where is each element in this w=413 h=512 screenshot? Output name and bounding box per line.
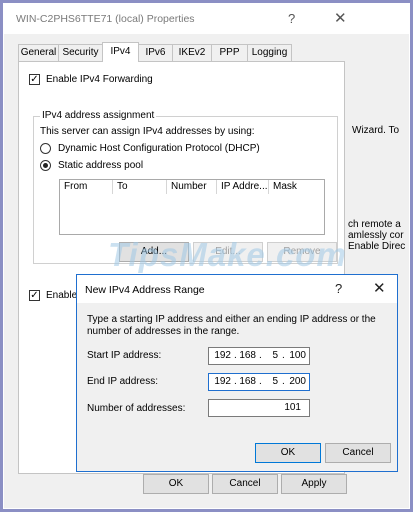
add-range-button[interactable]: Add... bbox=[119, 242, 189, 262]
end-ip-field[interactable]: 192 . 168 . 5 . 200 bbox=[208, 373, 310, 391]
tab-ppp[interactable]: PPP bbox=[211, 44, 248, 61]
start-ip-octet-2[interactable]: 168 bbox=[234, 350, 256, 361]
address-count-label: Number of addresses: bbox=[87, 403, 186, 414]
close-icon[interactable]: ✕ bbox=[334, 9, 347, 27]
background-text-wizard: Wizard. To bbox=[352, 125, 400, 136]
end-ip-label: End IP address: bbox=[87, 376, 158, 387]
background-text-remote: ch remote a bbox=[348, 219, 401, 230]
group-title: IPv4 address assignment bbox=[40, 110, 157, 121]
properties-cancel-button[interactable]: Cancel bbox=[212, 474, 278, 494]
radio-static-label: Static address pool bbox=[58, 160, 144, 171]
properties-ok-button[interactable]: OK bbox=[143, 474, 209, 494]
range-cancel-button[interactable]: Cancel bbox=[325, 443, 391, 463]
tab-ipv6[interactable]: IPv6 bbox=[138, 44, 173, 61]
tab-ipv4[interactable]: IPv4 bbox=[102, 42, 139, 62]
range-close-icon[interactable]: ✕ bbox=[373, 279, 386, 297]
group-description: This server can assign IPv4 addresses by… bbox=[40, 126, 255, 137]
column-to[interactable]: To bbox=[113, 180, 167, 194]
start-ip-octet-3[interactable]: 5 bbox=[256, 350, 278, 361]
edit-range-button[interactable]: Edit... bbox=[193, 242, 263, 262]
end-ip-octet-3[interactable]: 5 bbox=[256, 376, 278, 387]
background-text-seamless: amlessly cor bbox=[348, 230, 404, 241]
column-from[interactable]: From bbox=[60, 180, 113, 194]
address-count-value: 101 bbox=[284, 402, 301, 413]
tab-logging[interactable]: Logging bbox=[247, 44, 292, 61]
tab-ikev2[interactable]: IKEv2 bbox=[172, 44, 212, 61]
address-count-field[interactable]: 101 bbox=[208, 399, 310, 417]
address-pool-table[interactable]: From To Number IP Addre... Mask bbox=[59, 179, 325, 235]
start-ip-octet-1[interactable]: 192 bbox=[209, 350, 231, 361]
properties-title: WIN-C2PHS6TTE71 (local) Properties bbox=[16, 13, 195, 25]
column-number[interactable]: Number bbox=[167, 180, 217, 194]
properties-apply-button[interactable]: Apply bbox=[281, 474, 347, 494]
range-dialog-title: New IPv4 Address Range bbox=[85, 284, 205, 296]
radio-static-pool[interactable] bbox=[40, 160, 51, 171]
new-range-dialog: New IPv4 Address Range ? ✕ Type a starti… bbox=[76, 274, 398, 472]
end-ip-octet-2[interactable]: 168 bbox=[234, 376, 256, 387]
end-ip-octet-4[interactable]: 200 bbox=[284, 376, 306, 387]
start-ip-label: Start IP address: bbox=[87, 350, 162, 361]
range-ok-button[interactable]: OK bbox=[255, 443, 321, 463]
start-ip-octet-4[interactable]: 100 bbox=[284, 350, 306, 361]
background-text-enable-direct: Enable Direc bbox=[348, 241, 406, 252]
start-ip-field[interactable]: 192 . 168 . 5 . 100 bbox=[208, 347, 310, 365]
column-mask[interactable]: Mask bbox=[269, 180, 325, 194]
enable-b-checkbox[interactable]: ✓ bbox=[29, 290, 40, 301]
radio-dhcp-label: Dynamic Host Configuration Protocol (DHC… bbox=[58, 143, 260, 154]
range-help-icon[interactable]: ? bbox=[335, 281, 342, 296]
help-icon[interactable]: ? bbox=[288, 11, 295, 26]
tab-general[interactable]: General bbox=[18, 44, 59, 61]
properties-titlebar[interactable]: WIN-C2PHS6TTE71 (local) Properties ? ✕ bbox=[4, 4, 409, 34]
enable-forwarding-checkbox[interactable]: ✓ bbox=[29, 74, 40, 85]
column-ip-address[interactable]: IP Addre... bbox=[217, 180, 269, 194]
range-titlebar[interactable]: New IPv4 Address Range ? ✕ bbox=[77, 275, 397, 303]
radio-dhcp[interactable] bbox=[40, 143, 51, 154]
range-description: Type a starting IP address and either an… bbox=[87, 314, 376, 337]
enable-forwarding-label: Enable IPv4 Forwarding bbox=[46, 74, 153, 85]
tab-security[interactable]: Security bbox=[58, 44, 103, 61]
end-ip-octet-1[interactable]: 192 bbox=[209, 376, 231, 387]
remove-range-button[interactable]: Remove bbox=[267, 242, 337, 262]
